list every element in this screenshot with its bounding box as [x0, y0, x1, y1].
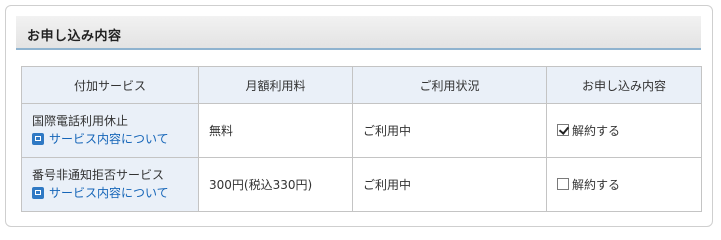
application-cell: 解約する — [546, 103, 702, 158]
document-icon — [32, 186, 44, 199]
cancel-checkbox-label: 解約する — [572, 177, 621, 192]
header-service: 付加サービス — [21, 66, 199, 104]
application-cell: 解約する — [546, 157, 702, 212]
service-cell: 国際電話利用休止 サービス内容について — [21, 103, 199, 158]
header-monthly-fee: 月額利用料 — [198, 66, 353, 104]
service-cell: 番号非通知拒否サービス サービス内容について — [21, 157, 199, 212]
section-title: お申し込み内容 — [27, 29, 122, 44]
header-application: お申し込み内容 — [546, 66, 702, 104]
fee-cell: 無料 — [198, 103, 353, 158]
section-header: お申し込み内容 — [16, 16, 701, 50]
service-name: 国際電話利用休止 — [32, 113, 129, 128]
service-name: 番号非通知拒否サービス — [32, 167, 165, 182]
fee-cell: 300円(税込330円) — [198, 157, 353, 212]
subscription-table: 付加サービス 月額利用料 ご利用状況 お申し込み内容 国際電話利用休止 サービス… — [21, 66, 702, 212]
service-details-link-label: サービス内容について — [49, 131, 169, 146]
table-row: 番号非通知拒否サービス サービス内容について 300円(税込330円) ご利用中… — [21, 157, 702, 212]
cancel-checkbox-label: 解約する — [572, 123, 621, 138]
table-header-row: 付加サービス 月額利用料 ご利用状況 お申し込み内容 — [21, 66, 702, 104]
status-cell: ご利用中 — [352, 103, 547, 158]
service-details-link[interactable]: サービス内容について — [32, 184, 169, 202]
service-details-link-label: サービス内容について — [49, 185, 169, 200]
header-usage-status: ご利用状況 — [352, 66, 547, 104]
status-cell: ご利用中 — [352, 157, 547, 212]
cancel-checkbox-control[interactable]: 解約する — [557, 176, 620, 193]
table-row: 国際電話利用休止 サービス内容について 無料 ご利用中 解約する — [21, 103, 702, 158]
document-icon — [32, 132, 44, 145]
cancel-checkbox[interactable] — [557, 124, 569, 137]
cancel-checkbox-control[interactable]: 解約する — [557, 122, 620, 139]
service-details-link[interactable]: サービス内容について — [32, 130, 169, 148]
cancel-checkbox[interactable] — [557, 178, 569, 191]
